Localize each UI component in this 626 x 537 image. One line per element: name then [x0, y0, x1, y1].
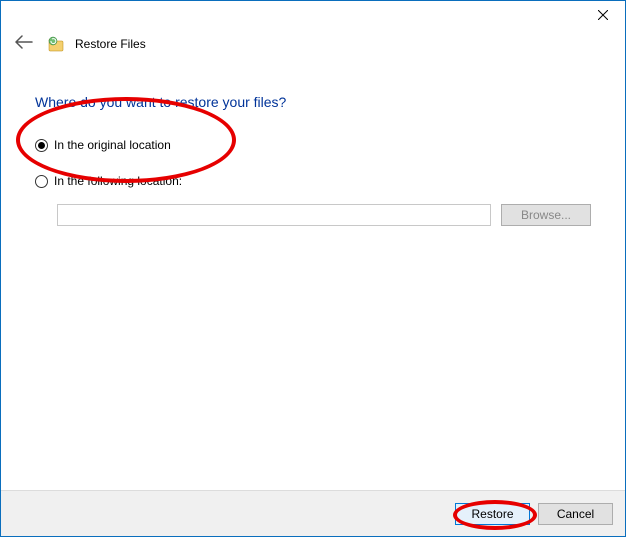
restore-files-icon: [47, 35, 65, 53]
footer: Restore Cancel: [1, 490, 625, 536]
close-icon: [598, 10, 608, 20]
back-arrow-icon: [15, 35, 33, 49]
location-row: Browse...: [57, 204, 591, 226]
titlebar: [1, 1, 625, 31]
radio-original-location[interactable]: In the original location: [35, 138, 591, 152]
restore-button[interactable]: Restore: [455, 503, 530, 525]
header: Restore Files: [1, 31, 625, 64]
location-path-input[interactable]: [57, 204, 491, 226]
cancel-button[interactable]: Cancel: [538, 503, 613, 525]
radio-label: In the original location: [54, 138, 171, 152]
window-title: Restore Files: [75, 37, 146, 51]
radio-icon: [35, 139, 48, 152]
radio-following-location[interactable]: In the following location:: [35, 174, 591, 188]
content-area: Where do you want to restore your files?…: [1, 64, 625, 226]
restore-location-radio-group: In the original location In the followin…: [35, 138, 591, 226]
radio-label: In the following location:: [54, 174, 182, 188]
page-heading: Where do you want to restore your files?: [35, 94, 591, 110]
browse-button[interactable]: Browse...: [501, 204, 591, 226]
back-button[interactable]: [11, 33, 37, 54]
close-button[interactable]: [580, 1, 625, 29]
radio-icon: [35, 175, 48, 188]
